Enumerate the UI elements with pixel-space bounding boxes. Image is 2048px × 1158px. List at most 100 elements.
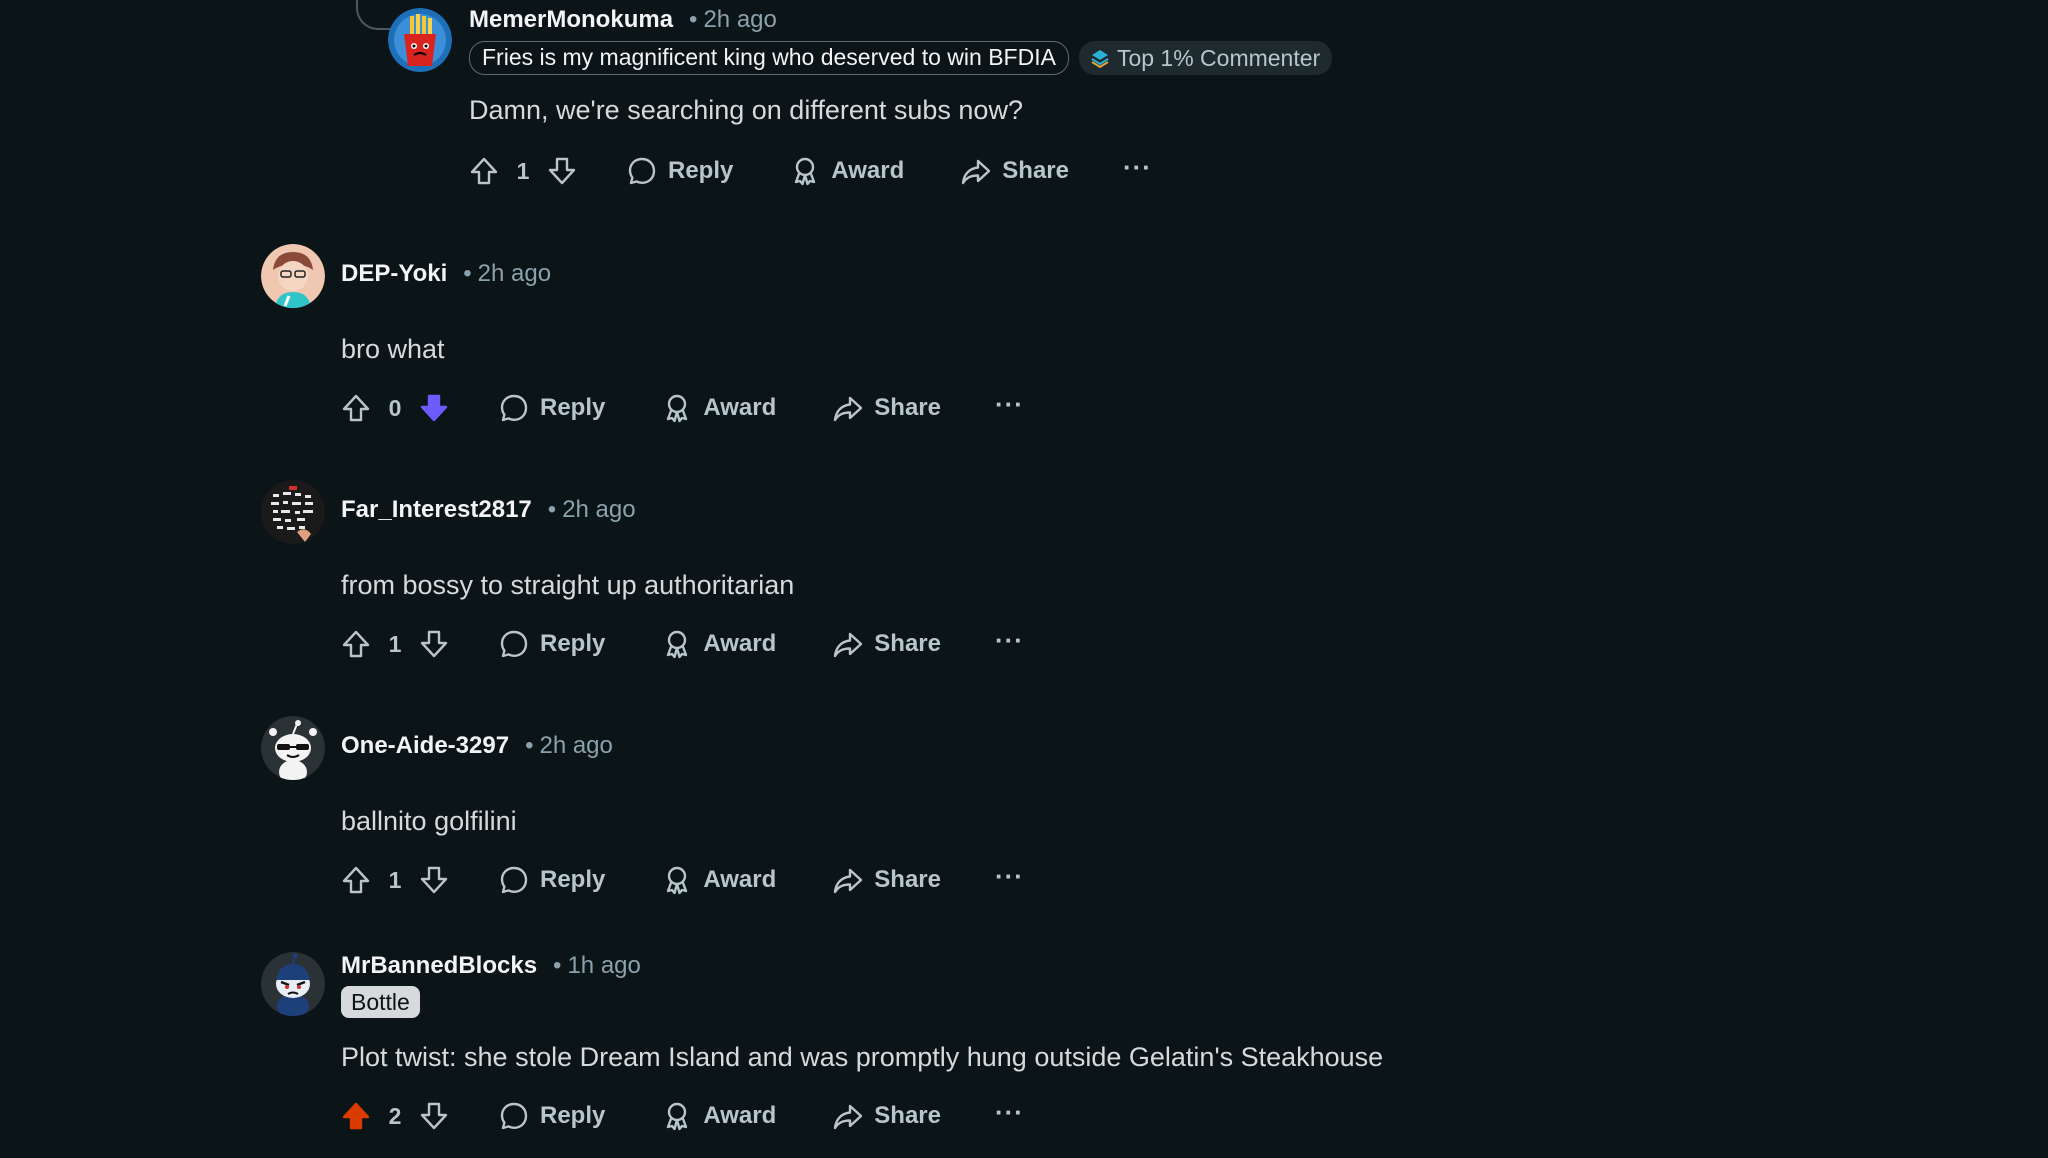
vote-group: 1 [334,622,456,666]
reply-icon [498,628,530,660]
comment-body: ballnito golfilini [341,806,517,836]
comment-body: from bossy to straight up authoritarian [341,570,795,600]
vote-group: 0 [334,386,456,430]
award-button[interactable]: Award [647,622,790,666]
share-button[interactable]: Share [818,386,955,430]
top-commenter-badge[interactable]: Top 1% Commenter [1078,41,1333,75]
share-label: Share [874,630,941,657]
top-commenter-icon [1091,50,1109,69]
comment-meta: One-Aide-3297 • 2h ago [341,731,613,761]
more-icon[interactable]: ··· [1123,149,1152,193]
reply-icon [626,155,658,187]
avatar[interactable] [261,716,325,780]
timestamp[interactable]: 2h ago [703,6,776,34]
avatar[interactable] [388,8,452,72]
upvote-icon[interactable] [334,386,378,430]
award-icon [789,155,821,187]
share-button[interactable]: Share [946,149,1083,193]
comment-body: Plot twist: she stole Dream Island and w… [341,1042,1384,1072]
share-label: Share [874,394,941,421]
reply-button[interactable]: Reply [484,1094,619,1138]
upvote-icon[interactable] [462,149,506,193]
award-icon [661,392,693,424]
downvote-icon[interactable] [540,149,584,193]
timestamp[interactable]: 2h ago [539,732,612,760]
reply-icon [498,1100,530,1132]
avatar[interactable] [261,244,325,308]
badge-label: Top 1% Commenter [1116,45,1321,71]
share-button[interactable]: Share [818,1094,955,1138]
timestamp[interactable]: 2h ago [478,260,551,288]
upvote-icon[interactable] [334,858,378,902]
downvote-icon[interactable] [412,386,456,430]
reply-button[interactable]: Reply [612,149,747,193]
more-icon[interactable]: ··· [995,858,1024,902]
award-label: Award [703,866,777,893]
more-icon[interactable]: ··· [995,622,1024,666]
username[interactable]: MrBannedBlocks [341,952,537,980]
award-icon [661,1100,693,1132]
share-label: Share [1002,157,1069,184]
username[interactable]: Far_Interest2817 [341,496,532,524]
username[interactable]: One-Aide-3297 [341,732,509,760]
separator: • [463,260,472,287]
downvote-icon[interactable] [412,1094,456,1138]
share-icon [832,864,864,896]
username[interactable]: MemerMonokuma [469,6,673,34]
upvote-icon[interactable] [334,1094,378,1138]
reply-label: Reply [540,866,606,893]
share-button[interactable]: Share [818,622,955,666]
share-icon [832,392,864,424]
user-flair: Bottle [341,986,420,1018]
upvote-icon[interactable] [334,622,378,666]
reply-button[interactable]: Reply [484,622,619,666]
vote-group: 2 [334,1094,456,1138]
vote-score: 1 [388,866,402,893]
comment-actions: 1 Reply Award Share ··· [334,858,1024,902]
reply-button[interactable]: Reply [484,386,619,430]
comment-actions: 0 Reply Award Share ··· [334,386,1024,430]
share-icon [832,1100,864,1132]
comment-body: bro what [341,334,445,364]
reply-label: Reply [540,1102,606,1129]
award-label: Award [703,394,777,421]
award-icon [661,864,693,896]
award-label: Award [703,1102,777,1129]
vote-score: 1 [516,157,530,184]
vote-score: 2 [388,1102,402,1129]
avatar[interactable] [261,952,325,1016]
share-icon [832,628,864,660]
avatar[interactable] [261,480,325,544]
comment-meta: MemerMonokuma • 2h ago [469,5,777,35]
reply-button[interactable]: Reply [484,858,619,902]
share-icon [960,155,992,187]
more-icon[interactable]: ··· [995,386,1024,430]
share-label: Share [874,866,941,893]
username[interactable]: DEP-Yoki [341,260,447,288]
award-button[interactable]: Award [647,858,790,902]
flair-row: Fries is my magnificent king who deserve… [469,41,1333,75]
award-button[interactable]: Award [647,386,790,430]
reply-icon [498,392,530,424]
thread-line [356,0,392,30]
award-button[interactable]: Award [775,149,918,193]
timestamp[interactable]: 2h ago [562,496,635,524]
separator: • [553,952,562,979]
reply-label: Reply [668,157,734,184]
comment-meta: MrBannedBlocks • 1h ago [341,951,641,981]
vote-group: 1 [462,149,584,193]
vote-score: 0 [388,394,402,421]
timestamp[interactable]: 1h ago [567,952,640,980]
more-icon[interactable]: ··· [995,1094,1024,1138]
comment-body: Damn, we're searching on different subs … [469,95,1023,125]
vote-score: 1 [388,630,402,657]
share-button[interactable]: Share [818,858,955,902]
reply-label: Reply [540,394,606,421]
downvote-icon[interactable] [412,858,456,902]
award-button[interactable]: Award [647,1094,790,1138]
share-label: Share [874,1102,941,1129]
award-label: Award [703,630,777,657]
reply-label: Reply [540,630,606,657]
downvote-icon[interactable] [412,622,456,666]
separator: • [525,732,534,759]
